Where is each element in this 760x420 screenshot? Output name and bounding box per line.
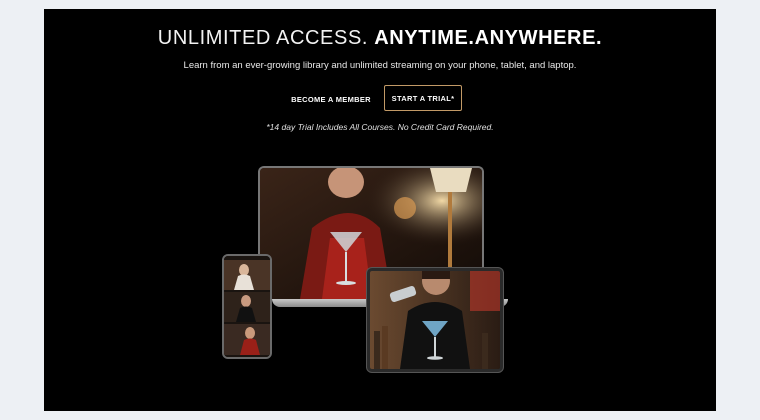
subheadline: Learn from an ever-growing library and u… xyxy=(183,60,577,71)
phone-device-image xyxy=(222,254,272,359)
headline-light: UNLIMITED ACCESS. xyxy=(157,27,369,49)
promo-panel: UNLIMITED ACCESS. ANYTIME.ANYWHERE. Lear… xyxy=(44,9,716,411)
start-trial-button[interactable]: START A TRIAL* xyxy=(384,85,462,111)
tablet-device-image xyxy=(367,268,503,372)
headline: UNLIMITED ACCESS. ANYTIME.ANYWHERE. xyxy=(44,27,716,50)
headline-bold: ANYTIME.ANYWHERE. xyxy=(374,27,603,49)
become-member-button[interactable]: BECOME A MEMBER xyxy=(281,88,381,110)
trial-note: *14 day Trial Includes All Courses. No C… xyxy=(266,122,494,132)
